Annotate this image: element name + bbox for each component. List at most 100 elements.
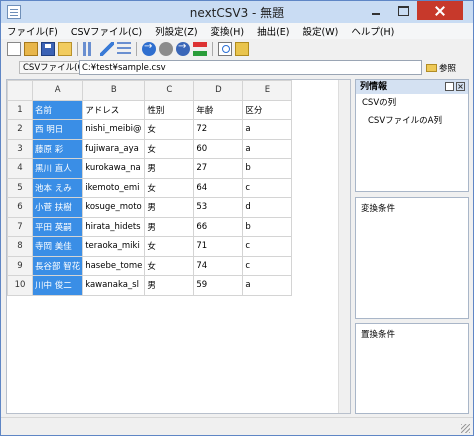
table-cell[interactable]: b	[242, 158, 293, 179]
table-cell[interactable]: 区分	[242, 99, 293, 120]
table-cell[interactable]: 男	[144, 158, 195, 179]
menu-settings[interactable]: 設定(W)	[303, 24, 339, 38]
table-cell[interactable]: 女	[144, 119, 195, 140]
column-info-title: 列情報	[360, 82, 388, 92]
table-cell[interactable]: 男	[144, 275, 195, 296]
table-cell[interactable]: 年齢	[193, 99, 244, 120]
table-cell[interactable]: 60	[193, 138, 244, 159]
list-item[interactable]: CSVファイルのA列	[356, 110, 468, 130]
save-icon[interactable]	[41, 42, 55, 56]
table-cell[interactable]: 藤原 彩	[31, 138, 84, 159]
table-cell[interactable]: kurokawa_na	[82, 158, 146, 179]
column-header-b[interactable]: B	[82, 80, 146, 101]
menu-convert[interactable]: 変換(H)	[211, 24, 245, 38]
row-header[interactable]: 4	[7, 158, 33, 179]
menu-file[interactable]: ファイル(F)	[7, 24, 58, 38]
table-cell[interactable]: 59	[193, 275, 244, 296]
table-cell[interactable]: d	[242, 197, 293, 218]
vertical-scrollbar[interactable]	[338, 80, 350, 413]
pin-icon[interactable]	[445, 82, 454, 91]
row-header[interactable]: 1	[7, 99, 33, 120]
table-cell[interactable]: 小菅 扶樹	[31, 197, 84, 218]
table-cell[interactable]: b	[242, 216, 293, 237]
table-cell[interactable]: kosuge_moto	[82, 197, 146, 218]
replace-conditions-panel: 置換条件	[355, 323, 469, 414]
browse-button[interactable]: 参照	[426, 60, 468, 75]
table-cell[interactable]: 川中 俊二	[31, 275, 84, 296]
table-cell[interactable]: 27	[193, 158, 244, 179]
table-cell[interactable]: c	[242, 255, 293, 276]
table-cell[interactable]: 男	[144, 216, 195, 237]
row-settings-icon[interactable]	[117, 42, 131, 56]
table-cell[interactable]: teraoka_miki	[82, 236, 146, 257]
csv-path-input[interactable]	[79, 60, 422, 75]
table-cell[interactable]: 性別	[144, 99, 195, 120]
row-header[interactable]: 5	[7, 177, 33, 198]
table-cell[interactable]: 名前	[31, 99, 84, 120]
column-header-d[interactable]: D	[193, 80, 244, 101]
column-header-e[interactable]: E	[242, 80, 293, 101]
table-cell[interactable]: 72	[193, 119, 244, 140]
table-cell[interactable]: hasebe_tome	[82, 255, 146, 276]
table-cell[interactable]: 黒川 直人	[31, 158, 84, 179]
table-cell[interactable]: 寺岡 美佳	[31, 236, 84, 257]
open-file-icon[interactable]	[24, 42, 38, 56]
minimize-button[interactable]	[363, 1, 389, 20]
new-file-icon[interactable]	[7, 42, 21, 56]
close-button[interactable]	[417, 1, 463, 20]
play-icon[interactable]	[176, 41, 190, 56]
row-header[interactable]: 2	[7, 119, 33, 140]
grid-corner[interactable]	[7, 80, 33, 101]
menu-column-settings[interactable]: 列設定(Z)	[155, 24, 197, 38]
table-cell[interactable]: 平田 英嗣	[31, 216, 84, 237]
table-cell[interactable]: a	[242, 138, 293, 159]
menu-extract[interactable]: 抽出(E)	[257, 24, 289, 38]
column-header-c[interactable]: C	[144, 80, 195, 101]
row-header[interactable]: 9	[7, 255, 33, 276]
column-settings-icon[interactable]	[83, 42, 97, 56]
search-icon[interactable]	[218, 42, 232, 56]
menu-csv-file[interactable]: CSVファイル(C)	[71, 24, 142, 38]
row-header[interactable]: 6	[7, 197, 33, 218]
row-header[interactable]: 7	[7, 216, 33, 237]
toolbar	[1, 39, 473, 59]
table-cell[interactable]: 男	[144, 197, 195, 218]
table-cell[interactable]: 女	[144, 255, 195, 276]
table-cell[interactable]: 74	[193, 255, 244, 276]
row-header[interactable]: 3	[7, 138, 33, 159]
table-cell[interactable]: 64	[193, 177, 244, 198]
table-cell[interactable]: 53	[193, 197, 244, 218]
menu-help[interactable]: ヘルプ(H)	[351, 24, 394, 38]
table-cell[interactable]: 66	[193, 216, 244, 237]
table-cell[interactable]: 71	[193, 236, 244, 257]
table-cell[interactable]: c	[242, 236, 293, 257]
table-cell[interactable]: kawanaka_sl	[82, 275, 146, 296]
table-cell[interactable]: a	[242, 275, 293, 296]
table-cell[interactable]: 池本 えみ	[31, 177, 84, 198]
convert-run-icon[interactable]	[142, 41, 156, 56]
table-cell[interactable]: fujiwara_aya	[82, 138, 146, 159]
transform-icon[interactable]	[193, 42, 207, 56]
table-cell[interactable]: 西 明日	[31, 119, 84, 140]
table-cell[interactable]: 女	[144, 236, 195, 257]
edit-icon[interactable]	[100, 42, 114, 56]
search-folder-icon[interactable]	[235, 42, 249, 56]
resize-grip-icon[interactable]	[461, 424, 470, 433]
column-header-a[interactable]: A	[31, 80, 84, 101]
csv-grid[interactable]: A B C D E 1 名前 アドレス 性別 年齢 区分 2 西 明日 nish…	[6, 79, 351, 414]
table-cell[interactable]: nishi_meibi@	[82, 119, 146, 140]
table-cell[interactable]: 女	[144, 177, 195, 198]
close-icon[interactable]: ×	[456, 82, 465, 91]
stop-icon[interactable]	[159, 42, 173, 56]
table-cell[interactable]: c	[242, 177, 293, 198]
table-cell[interactable]: a	[242, 119, 293, 140]
table-cell[interactable]: 長谷部 智花	[31, 255, 84, 276]
table-cell[interactable]: 女	[144, 138, 195, 159]
folder-icon[interactable]	[58, 42, 72, 56]
maximize-button[interactable]	[390, 1, 416, 20]
table-cell[interactable]: アドレス	[82, 99, 146, 120]
row-header[interactable]: 10	[7, 275, 33, 296]
row-header[interactable]: 8	[7, 236, 33, 257]
table-cell[interactable]: ikemoto_emi	[82, 177, 146, 198]
table-cell[interactable]: hirata_hidets	[82, 216, 146, 237]
